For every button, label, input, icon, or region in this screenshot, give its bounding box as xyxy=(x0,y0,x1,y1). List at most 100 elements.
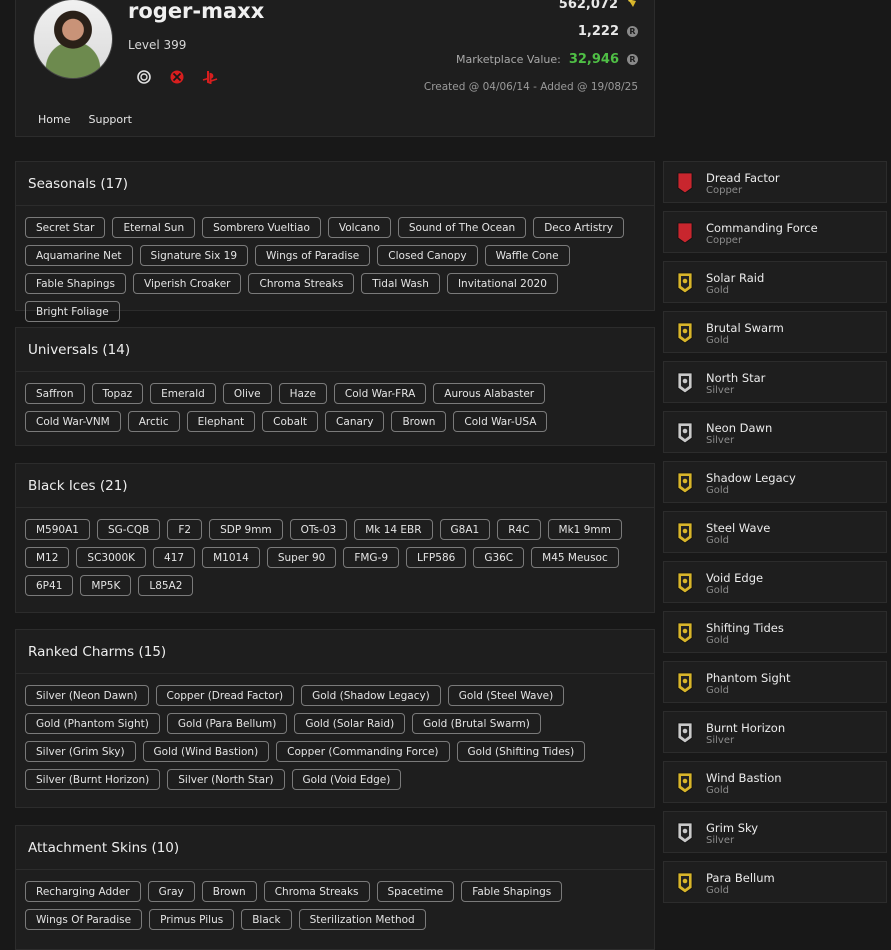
item-tag[interactable]: Gold (Brutal Swarm) xyxy=(412,713,541,734)
charm-tier: Gold xyxy=(706,785,729,796)
item-tag[interactable]: Super 90 xyxy=(266,547,337,568)
charm-card[interactable]: Wind Bastion Gold xyxy=(663,761,887,803)
item-tag[interactable]: Viperish Croaker xyxy=(133,273,242,294)
item-tag[interactable]: Cobalt xyxy=(262,411,319,432)
charm-card[interactable]: Void Edge Gold xyxy=(663,561,887,603)
item-tag[interactable]: Fable Shapings xyxy=(461,881,563,902)
item-tag[interactable]: 6P41 xyxy=(25,575,74,596)
charm-card[interactable]: Brutal Swarm Gold xyxy=(663,311,887,353)
charm-card[interactable]: Solar Raid Gold xyxy=(663,261,887,303)
item-tag[interactable]: Gold (Para Bellum) xyxy=(166,713,288,734)
item-tag[interactable]: MP5K xyxy=(80,575,132,596)
item-tag[interactable]: Silver (Burnt Horizon) xyxy=(25,769,161,790)
item-tag[interactable]: Invitational 2020 xyxy=(446,273,558,294)
item-tag[interactable]: Emerald xyxy=(150,383,216,404)
item-tag[interactable]: M590A1 xyxy=(25,519,90,540)
item-tag[interactable]: Brown xyxy=(391,411,447,432)
charm-card[interactable]: Steel Wave Gold xyxy=(663,511,887,553)
item-tag[interactable]: SDP 9mm xyxy=(209,519,283,540)
charm-card[interactable]: Phantom Sight Gold xyxy=(663,661,887,703)
item-tag[interactable]: Silver (Grim Sky) xyxy=(25,741,136,762)
item-tag[interactable]: Black xyxy=(241,909,292,930)
item-tag[interactable]: Signature Six 19 xyxy=(139,245,249,266)
item-tag[interactable]: Wings Of Paradise xyxy=(25,909,143,930)
item-tag[interactable]: Wings of Paradise xyxy=(255,245,371,266)
item-tag[interactable]: Deco Artistry xyxy=(533,217,624,238)
charm-card[interactable]: North Star Silver xyxy=(663,361,887,403)
item-tag[interactable]: Chroma Streaks xyxy=(248,273,355,294)
item-tag[interactable]: Eternal Sun xyxy=(112,217,196,238)
item-tag[interactable]: M1014 xyxy=(202,547,260,568)
item-tag[interactable]: Topaz xyxy=(91,383,144,404)
item-tag[interactable]: Copper (Dread Factor) xyxy=(155,685,295,706)
item-tag[interactable]: Silver (North Star) xyxy=(167,769,285,790)
item-tag[interactable]: SC3000K xyxy=(76,547,147,568)
item-tag[interactable]: Bright Foliage xyxy=(25,301,120,322)
item-tag[interactable]: Copper (Commanding Force) xyxy=(276,741,450,762)
item-tag[interactable]: Waffle Cone xyxy=(484,245,570,266)
item-tag[interactable]: Elephant xyxy=(186,411,256,432)
item-tag[interactable]: 417 xyxy=(153,547,196,568)
charm-card[interactable]: Grim Sky Silver xyxy=(663,811,887,853)
item-tag[interactable]: F2 xyxy=(167,519,203,540)
nav-home[interactable]: Home xyxy=(38,113,70,126)
charm-card[interactable]: Neon Dawn Silver xyxy=(663,411,887,453)
item-tag[interactable]: Gold (Steel Wave) xyxy=(447,685,565,706)
item-tag[interactable]: Canary xyxy=(325,411,385,432)
item-tag[interactable]: Haze xyxy=(278,383,327,404)
item-tag[interactable]: OTs-03 xyxy=(289,519,348,540)
item-tag[interactable]: Sterilization Method xyxy=(298,909,426,930)
item-tag[interactable]: Brown xyxy=(201,881,257,902)
item-tag[interactable]: Secret Star xyxy=(25,217,106,238)
item-tag[interactable]: Cold War-FRA xyxy=(333,383,427,404)
charm-card[interactable]: Shadow Legacy Gold xyxy=(663,461,887,503)
item-tag[interactable]: Gold (Phantom Sight) xyxy=(25,713,160,734)
item-tag[interactable]: Gold (Shadow Legacy) xyxy=(301,685,441,706)
item-tag[interactable]: Silver (Neon Dawn) xyxy=(25,685,149,706)
item-tag[interactable]: Arctic xyxy=(127,411,180,432)
renown-value: 562,072 xyxy=(558,0,618,12)
item-tag[interactable]: Saffron xyxy=(25,383,85,404)
item-tag[interactable]: Primus Pilus xyxy=(149,909,235,930)
item-tag[interactable]: Spacetime xyxy=(376,881,455,902)
item-tag[interactable]: SG-CQB xyxy=(96,519,161,540)
charm-card[interactable]: Commanding Force Copper xyxy=(663,211,887,253)
item-tag[interactable]: Aquamarine Net xyxy=(25,245,133,266)
item-tag[interactable]: Cold War-VNM xyxy=(25,411,121,432)
item-tag[interactable]: Gold (Void Edge) xyxy=(291,769,402,790)
item-tag[interactable]: Gold (Solar Raid) xyxy=(294,713,406,734)
playstation-icon[interactable] xyxy=(202,69,218,85)
item-tag[interactable]: Closed Canopy xyxy=(377,245,478,266)
item-tag[interactable]: Cold War-USA xyxy=(453,411,548,432)
charm-tier: Silver xyxy=(706,385,735,396)
item-tag[interactable]: FMG-9 xyxy=(343,547,400,568)
charm-card[interactable]: Burnt Horizon Silver xyxy=(663,711,887,753)
xbox-icon[interactable] xyxy=(169,69,185,85)
item-tag[interactable]: Tidal Wash xyxy=(361,273,440,294)
item-tag[interactable]: Mk1 9mm xyxy=(547,519,622,540)
item-tag[interactable]: Aurous Alabaster xyxy=(433,383,546,404)
charm-card[interactable]: Dread Factor Copper xyxy=(663,161,887,203)
charm-card[interactable]: Para Bellum Gold xyxy=(663,861,887,903)
item-tag[interactable]: M12 xyxy=(25,547,70,568)
item-tag[interactable]: Fable Shapings xyxy=(25,273,127,294)
item-tag[interactable]: Mk 14 EBR xyxy=(354,519,433,540)
item-tag[interactable]: Sombrero Vueltiao xyxy=(202,217,321,238)
nav-support[interactable]: Support xyxy=(88,113,131,126)
charm-card[interactable]: Shifting Tides Gold xyxy=(663,611,887,653)
item-tag[interactable]: Gold (Wind Bastion) xyxy=(142,741,270,762)
item-tag[interactable]: G36C xyxy=(473,547,525,568)
item-tag[interactable]: G8A1 xyxy=(439,519,491,540)
item-tag[interactable]: Gray xyxy=(147,881,195,902)
item-tag[interactable]: Volcano xyxy=(327,217,391,238)
item-tag[interactable]: R4C xyxy=(497,519,541,540)
item-tag[interactable]: L85A2 xyxy=(138,575,194,596)
item-tag[interactable]: Olive xyxy=(222,383,272,404)
item-tag[interactable]: Chroma Streaks xyxy=(263,881,370,902)
item-tag[interactable]: M45 Meusoc xyxy=(531,547,619,568)
item-tag[interactable]: Recharging Adder xyxy=(25,881,141,902)
item-tag[interactable]: Gold (Shifting Tides) xyxy=(456,741,586,762)
item-tag[interactable]: LFP586 xyxy=(406,547,467,568)
item-tag[interactable]: Sound of The Ocean xyxy=(397,217,527,238)
ubisoft-icon[interactable] xyxy=(136,69,152,85)
